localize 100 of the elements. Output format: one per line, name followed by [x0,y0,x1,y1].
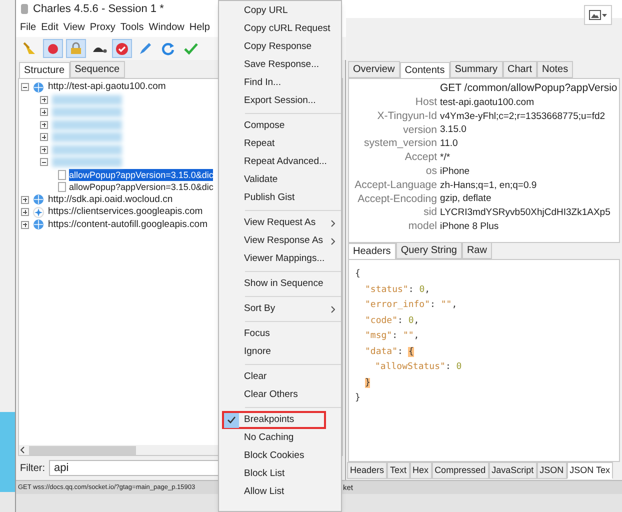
menu-item[interactable]: Help [189,20,210,35]
image-icon [589,10,601,20]
menu-item[interactable]: Edit [41,20,58,35]
request-item[interactable]: allowPopup?appVersion=3.15.0&dic [69,181,214,194]
menu-item[interactable]: Validate [244,172,278,188]
app-icon [20,3,29,15]
host-item[interactable]: https://clientservices.googleapis.com [48,205,203,220]
filter-label: Filter: [20,462,45,476]
menu-item[interactable]: Breakpoints [244,412,294,428]
refresh-icon [161,42,175,56]
header-name: Accept-Encoding [356,192,437,207]
header-name: system_version [363,136,437,152]
tab[interactable]: JSON [536,462,567,479]
broom-icon [23,42,37,56]
code-line: "allowStatus": 0 [375,361,462,374]
menu-item[interactable]: Sort By [244,302,276,316]
menu-item[interactable]: Clear [244,370,267,384]
code-line: "msg": "", [365,330,420,343]
tab[interactable]: Compressed [432,462,489,479]
tab[interactable]: Hex [410,462,432,479]
tab[interactable]: Query String [396,242,462,259]
header-value: gzip, deflate [440,192,492,206]
menu-item[interactable]: View Response As [244,234,324,248]
check-icon [184,42,198,56]
expander-icon[interactable] [40,120,48,129]
menu-item[interactable]: File [20,20,36,35]
expander-icon[interactable] [21,83,29,92]
menu-item[interactable]: Copy Response [244,40,312,54]
tab[interactable]: Notes [536,61,574,78]
tab[interactable]: Summary [450,61,503,78]
request-line: GET /common/allowPopup?appVersio [440,82,618,96]
header-value: v4Ym3e-yFhl;c=2;r=1353668775;u=fd2 [440,110,606,124]
menu-item[interactable]: Tools [120,20,144,35]
tab[interactable]: Overview [348,61,400,78]
menu-item[interactable]: Window [148,20,184,35]
menu-item[interactable]: Compose [244,118,285,134]
menu-item[interactable]: Repeat [244,136,275,152]
scroll-left-icon[interactable] [19,446,27,454]
globe-icon [33,194,44,206]
window-title: Charles 4.5.6 - Session 1 * [33,2,164,17]
expander-icon[interactable] [40,158,48,166]
menu-item[interactable]: Proxy [90,20,116,35]
menu-item[interactable]: View [63,20,85,35]
expander-icon[interactable] [40,133,48,142]
code-line: "error_info": "", [365,299,458,312]
header-value: zh-Hans;q=1, en;q=0.9 [440,178,537,193]
menu-item[interactable]: No Caching [244,430,294,446]
header-value: */* [440,150,450,165]
blurred-label [52,144,122,155]
expander-icon[interactable] [40,96,48,104]
menu-item[interactable]: Focus [244,326,270,342]
document-icon [58,170,66,180]
menu-item[interactable]: Publish Gist [244,190,295,206]
blurred-label [52,94,122,105]
code-line: "status": 0, [365,284,430,296]
star-icon [33,206,44,218]
blurred-label [52,107,122,118]
stop-icon [115,42,129,56]
tab[interactable]: Raw [462,242,492,259]
menu-item[interactable]: Copy cURL Request [244,22,330,36]
host-item[interactable]: http://sdk.api.oaid.wocloud.cn [48,192,173,207]
record-icon [46,42,60,56]
tab[interactable]: Text [387,462,410,479]
tab[interactable]: Sequence [70,61,125,78]
expander-icon[interactable] [21,208,29,216]
image-button[interactable] [584,5,612,25]
code-line: "code": 0, [365,314,420,328]
tab[interactable]: Structure [19,62,70,79]
tab[interactable]: Headers [347,462,388,479]
menu-item[interactable]: Repeat Advanced... [244,154,327,170]
code-line: { [355,268,360,281]
request-item[interactable]: allowPopup?appVersion=3.15.0&dic [69,168,214,181]
menu-item[interactable]: Ignore [244,344,271,360]
menu-item[interactable]: Clear Others [244,388,298,402]
menu-item[interactable]: Save Response... [244,58,319,72]
tab[interactable]: Contents [400,62,450,79]
host-item[interactable]: https://content-autofill.googleapis.com [48,218,208,232]
scrollbar-thumb[interactable] [29,446,136,454]
header-name: sid [422,205,437,220]
menu-item[interactable]: Viewer Mappings... [244,252,325,266]
globe-icon [33,219,44,230]
header-value: 11.0 [440,137,458,152]
menu-item[interactable]: Show in Sequence [244,276,324,292]
header-name: Accept-Language [354,178,437,193]
host-item[interactable]: http://test-api.gaotu100.com [48,80,166,94]
expander-icon[interactable] [40,108,48,116]
expander-icon[interactable] [21,196,29,204]
tab[interactable]: JSON Tex [566,462,613,479]
menu-item[interactable]: Export Session... [244,94,316,108]
menu-item[interactable]: Copy URL [244,4,288,18]
tab[interactable]: Headers [348,243,396,260]
blurred-label [52,120,122,130]
header-value: iPhone [440,164,470,179]
menu-item[interactable]: View Request As [244,216,316,230]
expander-icon[interactable] [40,146,48,154]
tab[interactable]: JavaScript [488,462,537,479]
expander-icon[interactable] [21,220,29,229]
tab[interactable]: Chart [502,61,537,78]
menu-item[interactable]: Find In... [244,76,281,90]
menu-item[interactable]: Allow List [244,484,284,500]
